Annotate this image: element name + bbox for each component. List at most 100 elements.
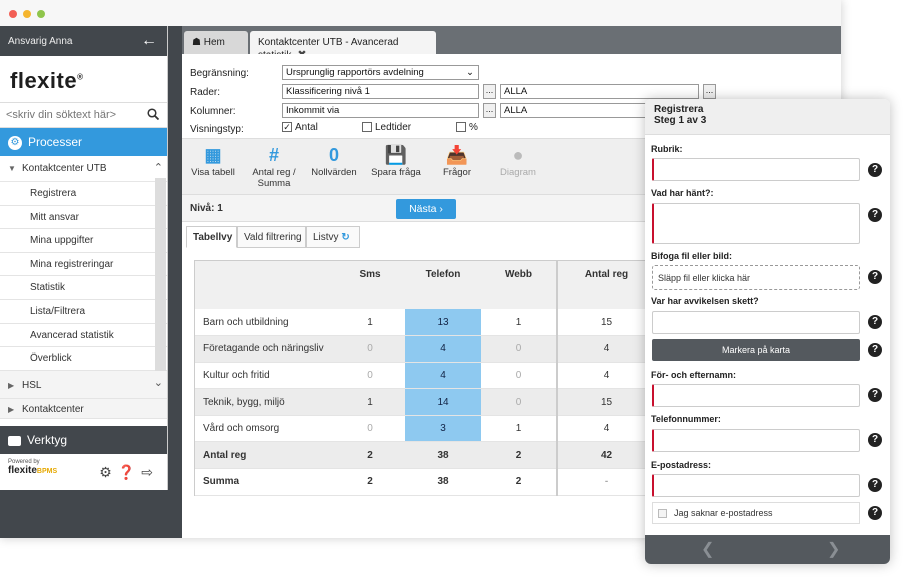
table-row[interactable]: Företagande och näringsliv 0 4 0 4 (195, 335, 655, 363)
help-icon[interactable]: ? (868, 208, 882, 222)
kolumner-browse-button[interactable]: ... (483, 103, 496, 118)
help-icon[interactable]: ? (868, 343, 882, 357)
vad-har-hant-textarea[interactable] (652, 203, 860, 244)
settings-icon[interactable]: ⚙ (99, 464, 118, 480)
sidebar-scrollbar[interactable] (155, 178, 166, 378)
header-antal-reg[interactable]: Antal reg (556, 261, 655, 309)
tools-header[interactable]: Verktyg (0, 426, 167, 454)
group-kontakt-label: Kontaktcenter (22, 403, 84, 415)
menu-item-lista-filtrera[interactable]: Lista/Filtrera (0, 300, 167, 324)
antal-reg-button[interactable]: # Antal reg / Summa (243, 143, 305, 189)
gear-icon: ⚙ (8, 135, 22, 150)
caret-right-icon: ▶ (8, 380, 15, 390)
cell-name: Summa (195, 468, 335, 496)
processes-header[interactable]: ⚙ Processer (0, 128, 167, 156)
tab-vald-filtrering[interactable]: Vald filtrering (237, 226, 306, 248)
group-hsl[interactable]: ▶ HSL ⌄ (0, 370, 167, 399)
search-input[interactable] (0, 103, 140, 127)
tab-avancerad-statistik[interactable]: Kontaktcenter UTB - Avancerad statistik✖ (250, 31, 436, 61)
menu-item-mina-registreringar[interactable]: Mina registreringar (0, 253, 167, 277)
maximize-window-dot[interactable] (37, 10, 45, 18)
menu-item-avancerad-statistik[interactable]: Avancerad statistik (0, 324, 167, 348)
back-arrow-icon[interactable]: ← (141, 32, 157, 50)
processes-label: Processer (28, 135, 83, 149)
nollvarden-button[interactable]: 0 Nollvärden (303, 143, 365, 178)
table-row[interactable]: Vård och omsorg 0 3 1 4 (195, 415, 655, 443)
table-row[interactable]: Barn och utbildning 1 13 1 15 (195, 309, 655, 337)
opt-antal-label: Antal (295, 122, 318, 133)
search-icon[interactable] (147, 108, 159, 120)
vad-har-hant-label: Vad har hänt?: (651, 188, 714, 198)
chevron-right-icon[interactable]: ❯ (827, 539, 840, 559)
chevron-up-icon[interactable]: ⌃ (154, 161, 163, 174)
stage: Ansvarig Anna ← flexite® ⚙Processer ▼Kon… (0, 0, 910, 580)
visa-tabell-button[interactable]: ▦ Visa tabell (182, 143, 244, 178)
epost-label: E-postadress: (651, 460, 712, 470)
header-telefon[interactable]: Telefon (405, 261, 481, 309)
rubrik-label: Rubrik: (651, 144, 683, 154)
chevron-down-icon[interactable]: ⌄ (154, 376, 163, 389)
table-row[interactable]: Kultur och fritid 0 4 0 4 (195, 362, 655, 390)
menu-item-statistik[interactable]: Statistik (0, 276, 167, 300)
kolumner-field[interactable]: Inkommit via (282, 103, 479, 118)
cell-telefon[interactable]: 14 (405, 388, 481, 416)
rader-value-field[interactable]: ALLA (500, 84, 699, 99)
rader-field[interactable]: Klassificering nivå 1 (282, 84, 479, 99)
no-email-option[interactable]: Jag saknar e-postadress (652, 502, 860, 524)
help-icon[interactable]: ? (868, 388, 882, 402)
menu-item-mitt-ansvar[interactable]: Mitt ansvar (0, 206, 167, 230)
help-icon[interactable]: ? (868, 315, 882, 329)
menu-item-mina-uppgifter[interactable]: Mina uppgifter (0, 229, 167, 253)
help-icon[interactable]: ? (868, 478, 882, 492)
kolumner-value-field[interactable]: ALLA (500, 103, 650, 118)
group-kontaktcenter-utb[interactable]: ▼ Kontaktcenter UTB ⌃ (0, 156, 167, 182)
name-input[interactable] (652, 384, 860, 407)
telefon-label: Telefonnummer: (651, 414, 721, 424)
tab-listvy[interactable]: Listvy ↻ (306, 226, 360, 248)
checkbox-icon[interactable] (658, 509, 667, 519)
var-input[interactable] (652, 311, 860, 334)
rubrik-input[interactable] (652, 158, 860, 181)
tab-tabellvy[interactable]: Tabellvy (186, 226, 237, 248)
header-webb[interactable]: Webb (481, 261, 557, 309)
help-icon[interactable]: ? (868, 163, 882, 177)
cell-telefon[interactable]: 4 (405, 335, 481, 363)
menu-item-overblick[interactable]: Överblick (0, 347, 167, 371)
cell-telefon[interactable]: 4 (405, 362, 481, 390)
opt-procent[interactable]: % (456, 122, 478, 133)
sidebar-bottom (0, 490, 182, 538)
file-drop-zone[interactable]: Släpp fil eller klicka här (652, 265, 860, 290)
help-icon[interactable]: ? (868, 506, 882, 520)
fragor-button[interactable]: 📥 Frågor (426, 143, 488, 178)
brand-suffix: BPMS (36, 468, 58, 475)
close-window-dot[interactable] (9, 10, 17, 18)
cell-webb: 2 (481, 441, 557, 470)
begransning-select[interactable]: Ursprunglig rapportörs avdelning ⌄ (282, 65, 479, 80)
group-hsl-label: HSL (22, 379, 42, 391)
rader-browse-button[interactable]: ... (483, 84, 496, 99)
cell-sms: 0 (335, 362, 405, 390)
help-icon[interactable]: ? (868, 433, 882, 447)
opt-antal[interactable]: ✓ Antal (282, 122, 318, 133)
chevron-left-icon[interactable]: ❮ (701, 539, 714, 559)
minimize-window-dot[interactable] (23, 10, 31, 18)
sidebar-edge (168, 26, 182, 538)
map-button[interactable]: Markera på karta (652, 339, 860, 361)
logout-icon[interactable]: ⇨ (141, 464, 159, 480)
help-icon[interactable]: ❓ (118, 464, 141, 480)
help-icon[interactable]: ? (868, 270, 882, 284)
header-sms[interactable]: Sms (335, 261, 405, 309)
tab-home[interactable]: ☗ Hem (184, 31, 248, 54)
cell-telefon[interactable]: 3 (405, 415, 481, 443)
inbox-icon: 📥 (445, 145, 469, 165)
cell-telefon[interactable]: 13 (405, 309, 481, 337)
table-row[interactable]: Teknik, bygg, miljö 1 14 0 15 (195, 388, 655, 416)
phone-input[interactable] (652, 429, 860, 452)
group-kontaktcenter[interactable]: ▶ Kontaktcenter (0, 398, 167, 419)
email-input[interactable] (652, 474, 860, 497)
menu-item-registrera[interactable]: Registrera (0, 182, 167, 206)
spara-fraga-button[interactable]: 💾 Spara fråga (365, 143, 427, 178)
opt-ledtider[interactable]: Ledtider (362, 122, 411, 133)
next-button[interactable]: Nästa › (396, 199, 456, 219)
rader-value-browse-button[interactable]: ... (703, 84, 716, 99)
